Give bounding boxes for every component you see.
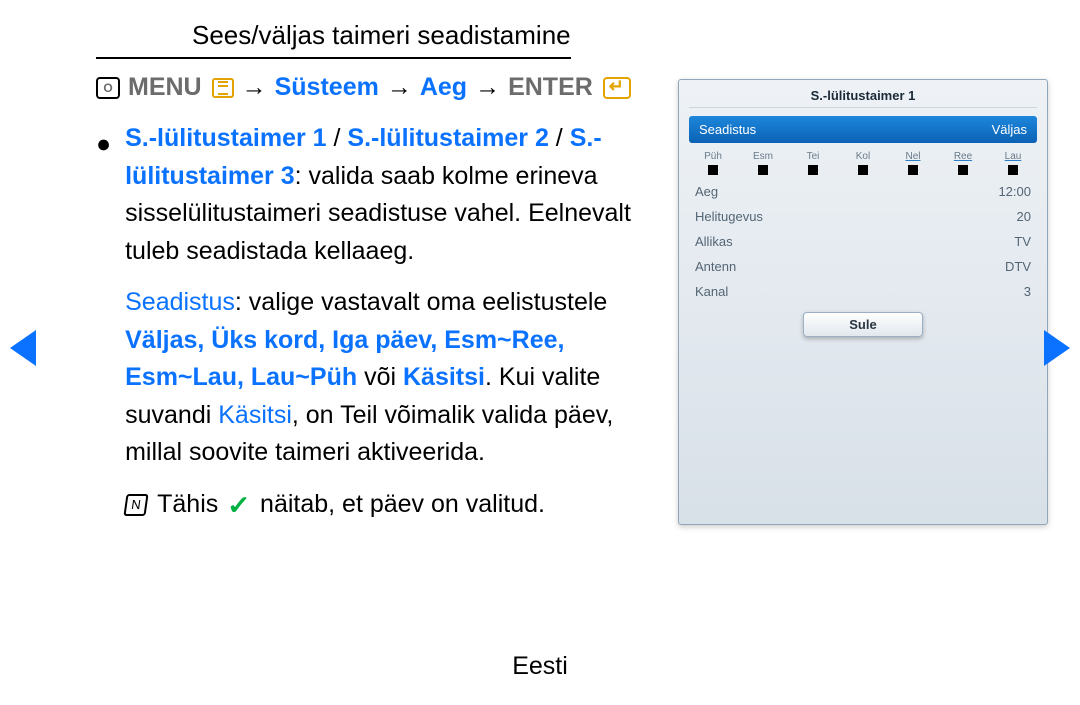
note-icon: N [124,494,149,516]
menu-path: O MENU → Süsteem → Aeg → ENTER [96,73,656,102]
timer2-label: S.-lülitustaimer 2 [347,124,548,152]
arrow-icon: → [387,73,412,102]
voi-text: või [357,363,403,391]
enter-icon [603,77,631,99]
kasitsi-option: Käsitsi [403,363,485,391]
day-checkbox-icon [1008,165,1018,175]
menu-bars-icon [212,78,234,98]
path-system: Süsteem [275,73,379,102]
arrow-icon: → [475,73,500,102]
seadistus-label: Seadistus [125,288,235,316]
day-column[interactable]: Lau [993,151,1033,175]
day-column[interactable]: Nel [893,151,933,175]
panel-row[interactable]: Helitugevus 20 [689,204,1037,229]
menu-label: MENU [128,73,202,102]
panel-row-label: Kanal [695,284,728,299]
hl-left: Seadistus [699,122,756,137]
path-time: Aeg [420,73,467,102]
day-column[interactable]: Ree [943,151,983,175]
prev-page-arrow[interactable] [10,330,36,366]
page-title: Sees/väljas taimeri seadistamine [96,0,571,59]
note-pre: Tähis [157,486,218,524]
slash: / [549,124,570,152]
hl-right: Väljas [992,122,1027,137]
day-column[interactable]: Püh [693,151,733,175]
sentence2-tail: : valige vastavalt oma eelistustele [235,288,607,316]
panel-row-value: 20 [1017,209,1031,224]
kasitsi-option2: Käsitsi [218,401,292,429]
panel-row[interactable]: Antenn DTV [689,254,1037,279]
check-icon: ✓ [227,486,251,525]
day-label: Esm [743,151,783,162]
timer1-label: S.-lülitustaimer 1 [125,124,326,152]
close-button[interactable]: Sule [803,312,923,337]
day-checkbox-icon [958,165,968,175]
panel-row[interactable]: Allikas TV [689,229,1037,254]
panel-highlight-row[interactable]: Seadistus Väljas [689,116,1037,143]
main-column: O MENU → Süsteem → Aeg → ENTER ● S.-lüli… [96,73,656,525]
footer-language: Eesti [0,652,1080,681]
panel-rows: Aeg 12:00 Helitugevus 20 Allikas TV Antenn DTV K… [689,179,1037,304]
panel-title: S.-lülitustaimer 1 [689,88,1037,108]
enter-label: ENTER [508,73,593,102]
day-checkbox-icon [858,165,868,175]
menu-outer-icon: O [96,77,120,99]
day-column[interactable]: Tei [793,151,833,175]
panel-row-label: Allikas [695,234,733,249]
note-post: näitab, et päev on valitud. [260,486,545,524]
panel-row[interactable]: Aeg 12:00 [689,179,1037,204]
day-label: Tei [793,151,833,162]
panel-row-label: Aeg [695,184,718,199]
day-checkbox-icon [908,165,918,175]
day-label: Kol [843,151,883,162]
panel-row-label: Helitugevus [695,209,763,224]
day-label: Püh [693,151,733,162]
panel-row-value: 3 [1024,284,1031,299]
day-column[interactable]: Kol [843,151,883,175]
panel-row[interactable]: Kanal 3 [689,279,1037,304]
day-checkbox-icon [708,165,718,175]
settings-panel: S.-lülitustaimer 1 Seadistus Väljas Püh E… [678,79,1048,525]
day-checkbox-icon [758,165,768,175]
next-page-arrow[interactable] [1044,330,1070,366]
day-column[interactable]: Esm [743,151,783,175]
panel-row-value: DTV [1005,259,1031,274]
bullet-icon: ● [96,120,111,525]
days-row: Püh Esm Tei Kol Nel Ree Lau [689,151,1037,179]
day-label: Lau [993,151,1033,162]
body-text: ● S.-lülitustaimer 1 / S.-lülitustaimer … [96,120,656,525]
panel-row-value: TV [1014,234,1031,249]
slash: / [327,124,348,152]
day-label: Ree [943,151,983,162]
arrow-icon: → [242,73,267,102]
panel-row-value: 12:00 [998,184,1031,199]
day-checkbox-icon [808,165,818,175]
day-label: Nel [893,151,933,162]
panel-row-label: Antenn [695,259,736,274]
